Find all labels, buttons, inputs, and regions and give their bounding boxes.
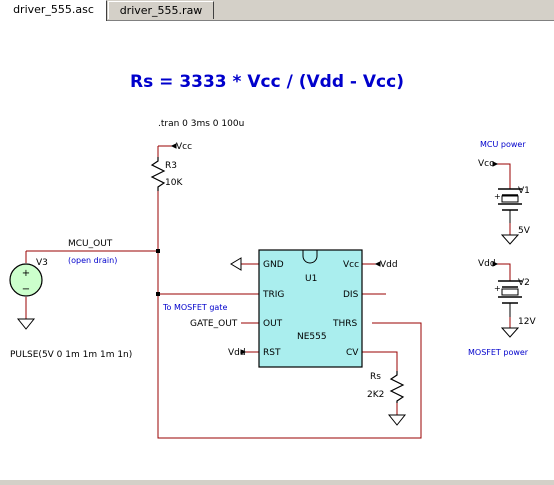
ground-icon (387, 414, 407, 426)
svg-text:THRS: THRS (332, 319, 358, 329)
svg-text:5V: 5V (518, 226, 531, 236)
svg-text:R3: R3 (165, 161, 177, 171)
svg-text:2K2: 2K2 (367, 390, 384, 400)
label-to-mosfet-gate: To MOSFET gate (162, 303, 227, 312)
formula-title: Rs = 3333 * Vcc / (Vdd - Vcc) (130, 72, 404, 92)
ground-icon (230, 257, 242, 271)
svg-text:GND: GND (263, 260, 284, 270)
tab-bar: driver_555.asc driver_555.raw (0, 0, 554, 21)
label-open-drain: (open drain) (68, 256, 117, 265)
ltspice-window: driver_555.asc driver_555.raw Rs = 3333 … (0, 0, 554, 480)
svg-text:Rs: Rs (370, 372, 381, 382)
label-vdd-rst: Vdd (228, 348, 246, 358)
schematic-drawing[interactable]: Rs = 3333 * Vcc / (Vdd - Vcc) .tran 0 3m… (0, 21, 554, 481)
svg-text:RST: RST (263, 348, 281, 358)
svg-text:NE555: NE555 (297, 332, 327, 342)
svg-text:U1: U1 (305, 274, 317, 284)
ground-icon (16, 318, 36, 330)
svg-text:Vcc: Vcc (343, 260, 359, 270)
label-vcc-r3: Vcc (176, 142, 192, 152)
label-vcc-v1: Vcc (478, 159, 494, 169)
ground-icon (500, 234, 520, 245)
voltage-source-v3[interactable]: + − V3 (9, 258, 48, 297)
resistor-rs[interactable]: Rs 2K2 (367, 371, 405, 403)
junction-dot (156, 292, 160, 296)
label-vdd-v2: Vdd (478, 259, 496, 269)
svg-text:V3: V3 (36, 258, 48, 268)
svg-text:+: + (22, 268, 30, 279)
schematic-canvas[interactable]: Rs = 3333 * Vcc / (Vdd - Vcc) .tran 0 3m… (0, 20, 554, 480)
label-pulse: PULSE(5V 0 1m 1m 1m 1n) (10, 350, 132, 360)
svg-text:12V: 12V (518, 317, 536, 327)
label-gate-out: GATE_OUT (190, 319, 238, 329)
label-mosfet-power: MOSFET power (468, 348, 529, 357)
label-mcu-out: MCU_OUT (68, 239, 113, 249)
svg-text:−: − (22, 284, 30, 295)
battery-v2[interactable]: + V2 12V (494, 278, 536, 327)
svg-text:DIS: DIS (343, 290, 359, 300)
svg-text:CV: CV (346, 348, 359, 358)
svg-text:10K: 10K (165, 178, 183, 188)
ic-ne555[interactable]: GND Vcc TRIG DIS OUT THRS RST CV U1 NE55… (258, 249, 363, 368)
tab-driver-555-asc[interactable]: driver_555.asc (0, 0, 107, 21)
battery-v1[interactable]: + V1 5V (494, 186, 531, 236)
tab-driver-555-raw[interactable]: driver_555.raw (108, 1, 214, 19)
label-mcu-power: MCU power (480, 140, 526, 149)
svg-text:+: + (494, 192, 501, 201)
svg-text:V1: V1 (518, 186, 530, 196)
svg-text:V2: V2 (518, 278, 530, 288)
svg-text:+: + (494, 284, 501, 293)
svg-text:TRIG: TRIG (262, 290, 284, 300)
svg-text:OUT: OUT (263, 319, 283, 329)
tran-directive[interactable]: .tran 0 3ms 0 100u (158, 119, 244, 129)
resistor-r3[interactable]: R3 10K (150, 157, 183, 191)
junction-dot (156, 249, 160, 253)
ground-icon (500, 327, 520, 338)
label-vdd-vcc: Vdd (380, 260, 398, 270)
